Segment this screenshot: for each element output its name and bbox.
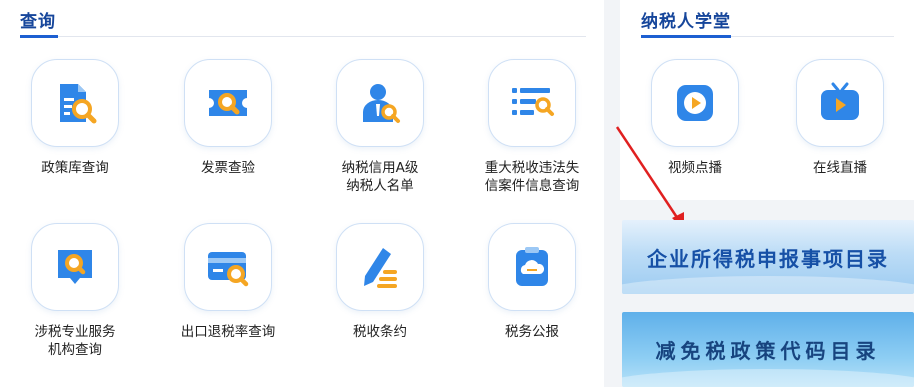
tile-live-stream[interactable]: 在线直播 [795, 59, 885, 177]
school-title-divider [731, 36, 894, 37]
tile-tax-treaty[interactable]: 税收条约 [335, 223, 425, 341]
tile-label: 纳税信用A级 纳税人名单 [341, 160, 419, 194]
tile-agency-search[interactable]: 涉税专业服务 机构查询 [30, 223, 120, 359]
tax-reduction-code-banner[interactable]: 减免税政策代码目录 [622, 312, 914, 387]
query-title-underline [20, 35, 58, 38]
query-title-divider [58, 36, 586, 37]
violation-list-icon [488, 59, 576, 147]
query-section-title: 查询 [20, 12, 56, 32]
tile-label: 发票查验 [201, 160, 255, 176]
banner-sheen [622, 369, 914, 387]
tile-label: 涉税专业服务 机构查询 [34, 324, 116, 358]
tile-label: 出口退税率查询 [180, 324, 276, 340]
tile-label: 税收条约 [353, 324, 407, 340]
tile-tax-bulletin[interactable]: 税务公报 [487, 223, 577, 341]
tile-label: 政策库查询 [41, 160, 109, 176]
tile-export-rebate[interactable]: 出口退税率查询 [181, 223, 275, 341]
banner-text: 企业所得税申报事项目录 [647, 246, 889, 271]
credit-rating-icon [336, 59, 424, 147]
query-panel: 查询 政策库查询 发票查验 纳税信用A级 纳税人名单 重大税收违法失 信案件信息… [0, 0, 604, 387]
card-search-icon [184, 223, 272, 311]
tile-major-violation[interactable]: 重大税收违法失 信案件信息查询 [485, 59, 579, 195]
banner-sheen [622, 276, 914, 294]
tile-label: 重大税收违法失 信案件信息查询 [484, 160, 580, 194]
red-arrow-icon [615, 126, 684, 230]
school-title-underline [641, 35, 731, 38]
tile-invoice-check[interactable]: 发票查验 [183, 59, 273, 177]
tile-policy-library[interactable]: 政策库查询 [30, 59, 120, 177]
policy-search-icon [31, 59, 119, 147]
bulletin-cloud-icon [488, 223, 576, 311]
invoice-check-icon [184, 59, 272, 147]
banner-text: 减免税政策代码目录 [655, 339, 881, 363]
school-section-title: 纳税人学堂 [641, 12, 731, 32]
treaty-pen-icon [336, 223, 424, 311]
income-tax-declaration-banner[interactable]: 企业所得税申报事项目录 [622, 220, 914, 294]
tile-label: 税务公报 [505, 324, 559, 340]
live-tv-icon [796, 59, 884, 147]
tile-credit-a-list[interactable]: 纳税信用A级 纳税人名单 [335, 59, 425, 195]
tile-label: 在线直播 [813, 160, 867, 176]
agency-search-icon [31, 223, 119, 311]
